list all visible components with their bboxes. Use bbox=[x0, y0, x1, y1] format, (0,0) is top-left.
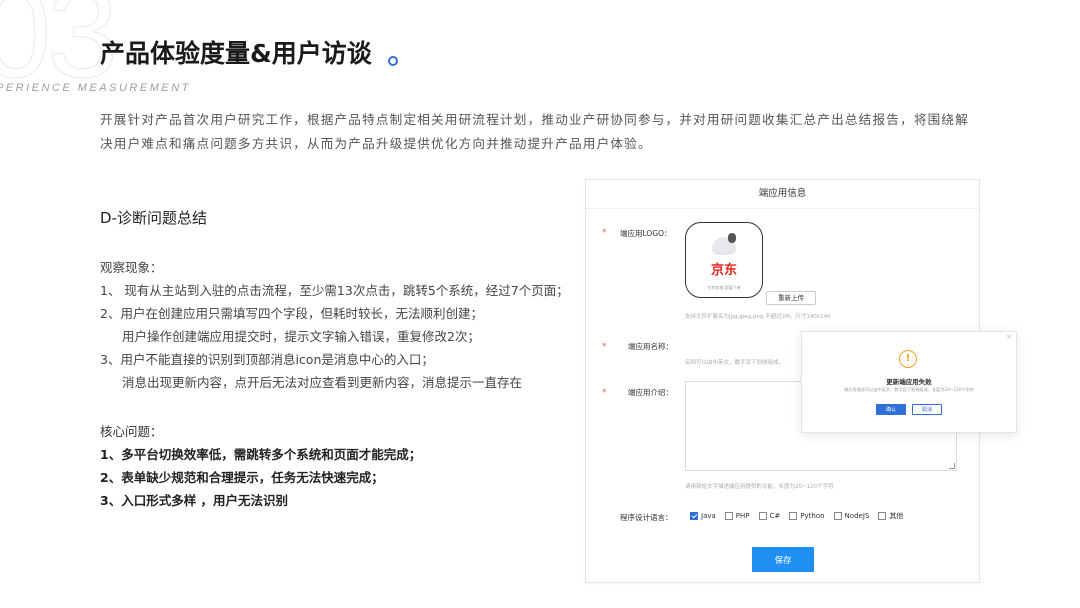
english-subtitle: PERIENCE MEASUREMENT bbox=[0, 82, 191, 94]
core-problem-item: 2、表单缺少规范和合理提示，任务无法快速完成； bbox=[100, 470, 384, 485]
name-hint: 名称可以由中英文，数字及下划线组成， bbox=[685, 360, 785, 366]
required-star: * bbox=[602, 228, 607, 238]
resize-handle-icon[interactable] bbox=[949, 463, 955, 469]
logo-caption: 京东商城 超值下单 bbox=[707, 285, 741, 290]
close-icon[interactable]: × bbox=[1006, 333, 1012, 341]
name-label: 端应用名称： bbox=[628, 342, 673, 351]
checkbox-label: 其他 bbox=[889, 512, 904, 520]
jd-dog-ear-icon bbox=[728, 233, 736, 243]
checkbox-python[interactable]: Python bbox=[789, 512, 825, 520]
observation-item: 3、用户不能直接的识别到顶部消息icon是消息中心的入口； bbox=[100, 352, 434, 367]
section-title: D-诊断问题总结 bbox=[100, 209, 207, 227]
observation-list: 观察现象： 1、 现有从主站到入驻的点击流程，至少需13次点击，跳转5个系统，经… bbox=[100, 256, 570, 394]
observation-item: 用户操作创建端应用提交时，提示文字输入错误，重复修改2次； bbox=[122, 329, 480, 344]
jd-logo-text: 京东 bbox=[710, 263, 737, 278]
title-dot-icon bbox=[388, 56, 398, 66]
dialog-description: 端应用描述可以由中英文，数字及下划线组成，长度为20~120个字符 bbox=[844, 387, 974, 392]
checkbox-icon bbox=[789, 512, 798, 520]
intro-label: 端应用介绍： bbox=[628, 388, 673, 397]
dialog-title: 更新端应用失败 bbox=[886, 378, 932, 386]
required-star: * bbox=[602, 342, 607, 352]
observation-item: 1、 现有从主站到入驻的点击流程，至少需13次点击，跳转5个系统，经过7个页面； bbox=[100, 283, 569, 298]
page-title: 产品体验度量&用户访谈 bbox=[100, 39, 372, 68]
checkbox-csharp[interactable]: C# bbox=[758, 512, 781, 520]
logo-hint: 支持文件扩展名为jpg,jpeg,png,不超过2M，尺寸140x140 bbox=[685, 314, 831, 320]
observation-item: 消息出现更新内容，点开后无法对应查看到更新内容，消息提示一直存在 bbox=[122, 375, 523, 390]
checkbox-icon bbox=[724, 512, 733, 520]
core-problem-head: 核心问题： bbox=[100, 424, 163, 439]
checkbox-java[interactable]: Java bbox=[690, 512, 716, 520]
observation-head: 观察现象： bbox=[100, 260, 163, 275]
checkbox-nodejs[interactable]: NodeJS bbox=[833, 512, 870, 520]
checkbox-label: C# bbox=[769, 512, 781, 520]
logo-label: 端应用LOGO： bbox=[620, 229, 672, 238]
core-problem-list: 核心问题： 1、多平台切换效率低，需跳转多个系统和页面才能完成； 2、表单缺少规… bbox=[100, 420, 570, 512]
warning-icon: ! bbox=[899, 350, 917, 368]
update-failed-dialog: × ! 更新端应用失败 端应用描述可以由中英文，数字及下划线组成，长度为20~1… bbox=[801, 331, 1017, 433]
intro-hint: 请用简短文字描述端应用提供的功能，长度为20~120个字符 bbox=[685, 484, 834, 490]
confirm-button[interactable]: 确认 bbox=[876, 404, 906, 415]
checkbox-label: Python bbox=[800, 512, 825, 520]
observation-item: 2、用户在创建应用只需填写四个字段，但耗时较长，无法顺利创建； bbox=[100, 306, 483, 321]
checkbox-other[interactable]: 其他 bbox=[878, 511, 903, 521]
cancel-button[interactable]: 取消 bbox=[912, 404, 942, 415]
save-button[interactable]: 保存 bbox=[752, 547, 814, 572]
checkbox-label: Java bbox=[701, 512, 716, 520]
checkbox-icon bbox=[758, 512, 767, 520]
core-problem-item: 3、入口形式多样 ，用户无法识别 bbox=[100, 493, 289, 508]
form-header: 端应用信息 bbox=[586, 180, 979, 209]
reupload-button[interactable]: 重新上传 bbox=[766, 291, 816, 305]
intro-paragraph: 开展针对产品首次用户研究工作，根据产品特点制定相关用研流程计划，推动业产研协同参… bbox=[100, 112, 970, 151]
core-problem-item: 1、多平台切换效率低，需跳转多个系统和页面才能完成； bbox=[100, 447, 422, 462]
checkbox-php[interactable]: PHP bbox=[724, 512, 750, 520]
checkbox-label: PHP bbox=[735, 512, 750, 520]
checkbox-icon bbox=[833, 512, 842, 520]
language-label: 程序设计语言： bbox=[620, 513, 673, 522]
checkbox-label: NodeJS bbox=[844, 512, 870, 520]
checkbox-icon bbox=[878, 512, 887, 520]
required-star: * bbox=[602, 388, 607, 398]
app-logo-preview[interactable]: 京东 京东商城 超值下单 bbox=[685, 222, 763, 298]
language-checkbox-group: Java PHP C# Python NodeJS 其他 bbox=[690, 511, 903, 521]
checkbox-checked-icon bbox=[690, 512, 698, 520]
